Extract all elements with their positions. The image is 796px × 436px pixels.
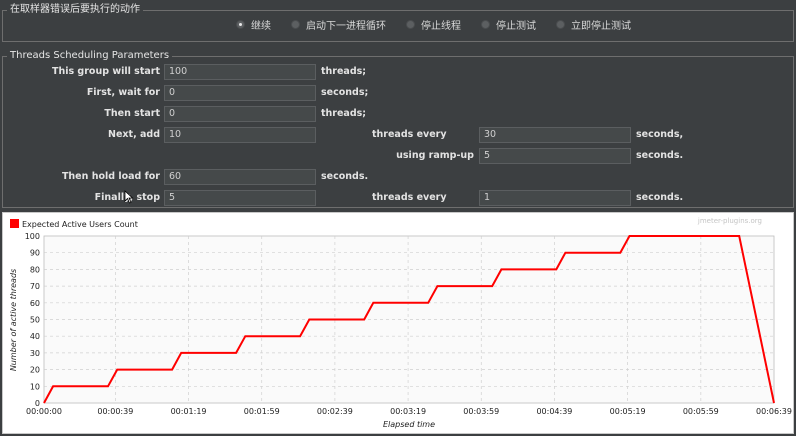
threads-every-label: threads every [372,129,447,140]
sampler-error-action-legend: 在取样器错误后要执行的动作 [7,3,143,17]
y-tick-label: 80 [30,265,40,274]
y-tick-label: 50 [30,316,40,325]
next-add-input[interactable]: 10 [164,127,316,143]
next-add-label: Next, add [108,129,160,140]
radio-stop-test-now-label: 立即停止测试 [571,20,631,32]
mouse-cursor-icon [124,190,134,204]
stop-every-label: threads every [372,192,447,203]
x-axis-label: Elapsed time [383,420,435,429]
chart-watermark: jmeter-plugins.org [697,217,762,225]
finally-stop-input[interactable]: 5 [164,190,316,206]
x-tick-label: 00:05:59 [683,407,719,416]
radio-stop-test-now[interactable]: 立即停止测试 [556,17,631,32]
x-tick-label: 00:06:39 [756,407,792,416]
start-threads-unit: threads; [321,66,367,77]
radio-stop-thread-label: 停止线程 [421,20,461,32]
x-tick-label: 00:01:59 [244,407,280,416]
radio-continue[interactable]: 继续 [236,17,271,32]
then-start-unit: threads; [321,108,367,119]
y-tick-label: 40 [30,332,40,341]
stop-every-unit: seconds. [636,192,684,203]
initial-delay-input[interactable]: 0 [164,85,316,101]
stop-every-input[interactable]: 1 [479,190,631,206]
then-start-label: Then start [104,108,160,119]
x-tick-label: 00:02:39 [317,407,353,416]
radio-unselected-icon [556,19,565,29]
x-tick-label: 00:04:39 [536,407,572,416]
x-tick-label: 00:01:19 [171,407,207,416]
hold-load-input[interactable]: 60 [164,169,316,185]
y-tick-label: 100 [25,232,40,241]
radio-start-next-loop[interactable]: 启动下一进程循环 [291,17,386,32]
hold-load-unit: seconds. [321,171,369,182]
initial-delay-label: First, wait for [86,87,160,98]
radio-continue-label: 继续 [251,20,271,32]
y-tick-label: 90 [30,249,40,258]
y-tick-label: 10 [30,382,40,391]
rampup-label: using ramp-up [396,150,474,161]
radio-unselected-icon [406,19,415,29]
radio-selected-icon [236,19,245,29]
start-threads-label: This group will start [51,66,160,77]
x-tick-label: 00:03:59 [463,407,499,416]
y-tick-label: 60 [30,299,40,308]
start-threads-input[interactable]: 100 [164,64,316,80]
hold-load-label: Then hold load for [61,171,160,182]
rampup-input[interactable]: 5 [479,148,631,164]
radio-start-next-loop-label: 启动下一进程循环 [306,20,386,32]
radio-unselected-icon [481,19,490,29]
radio-stop-test-label: 停止测试 [496,20,536,32]
radio-unselected-icon [291,19,300,29]
y-tick-label: 70 [30,282,40,291]
expected-users-chart: jmeter-plugins.org Expected Active Users… [9,217,792,429]
radio-stop-test[interactable]: 停止测试 [481,17,536,32]
y-tick-label: 20 [30,366,40,375]
initial-delay-unit: seconds; [321,87,369,98]
y-tick-label: 30 [30,349,40,358]
threads-every-unit: seconds, [636,129,684,140]
expected-users-chart-panel: jmeter-plugins.org Expected Active Users… [2,212,794,434]
rampup-unit: seconds. [636,150,684,161]
x-tick-label: 00:03:19 [390,407,426,416]
x-tick-label: 00:05:19 [610,407,646,416]
x-tick-label: 00:00:00 [26,407,62,416]
legend-label: Expected Active Users Count [22,220,138,229]
radio-stop-thread[interactable]: 停止线程 [406,17,461,32]
threads-every-input[interactable]: 30 [479,127,631,143]
legend-swatch [10,219,19,228]
x-tick-label: 00:00:39 [97,407,133,416]
threads-scheduling-legend: Threads Scheduling Parameters [7,49,173,63]
then-start-input[interactable]: 0 [164,106,316,122]
y-axis-label: Number of active threads [9,269,18,371]
error-action-radio-group: 继续 启动下一进程循环 停止线程 停止测试 立即停止测试 [236,16,631,32]
